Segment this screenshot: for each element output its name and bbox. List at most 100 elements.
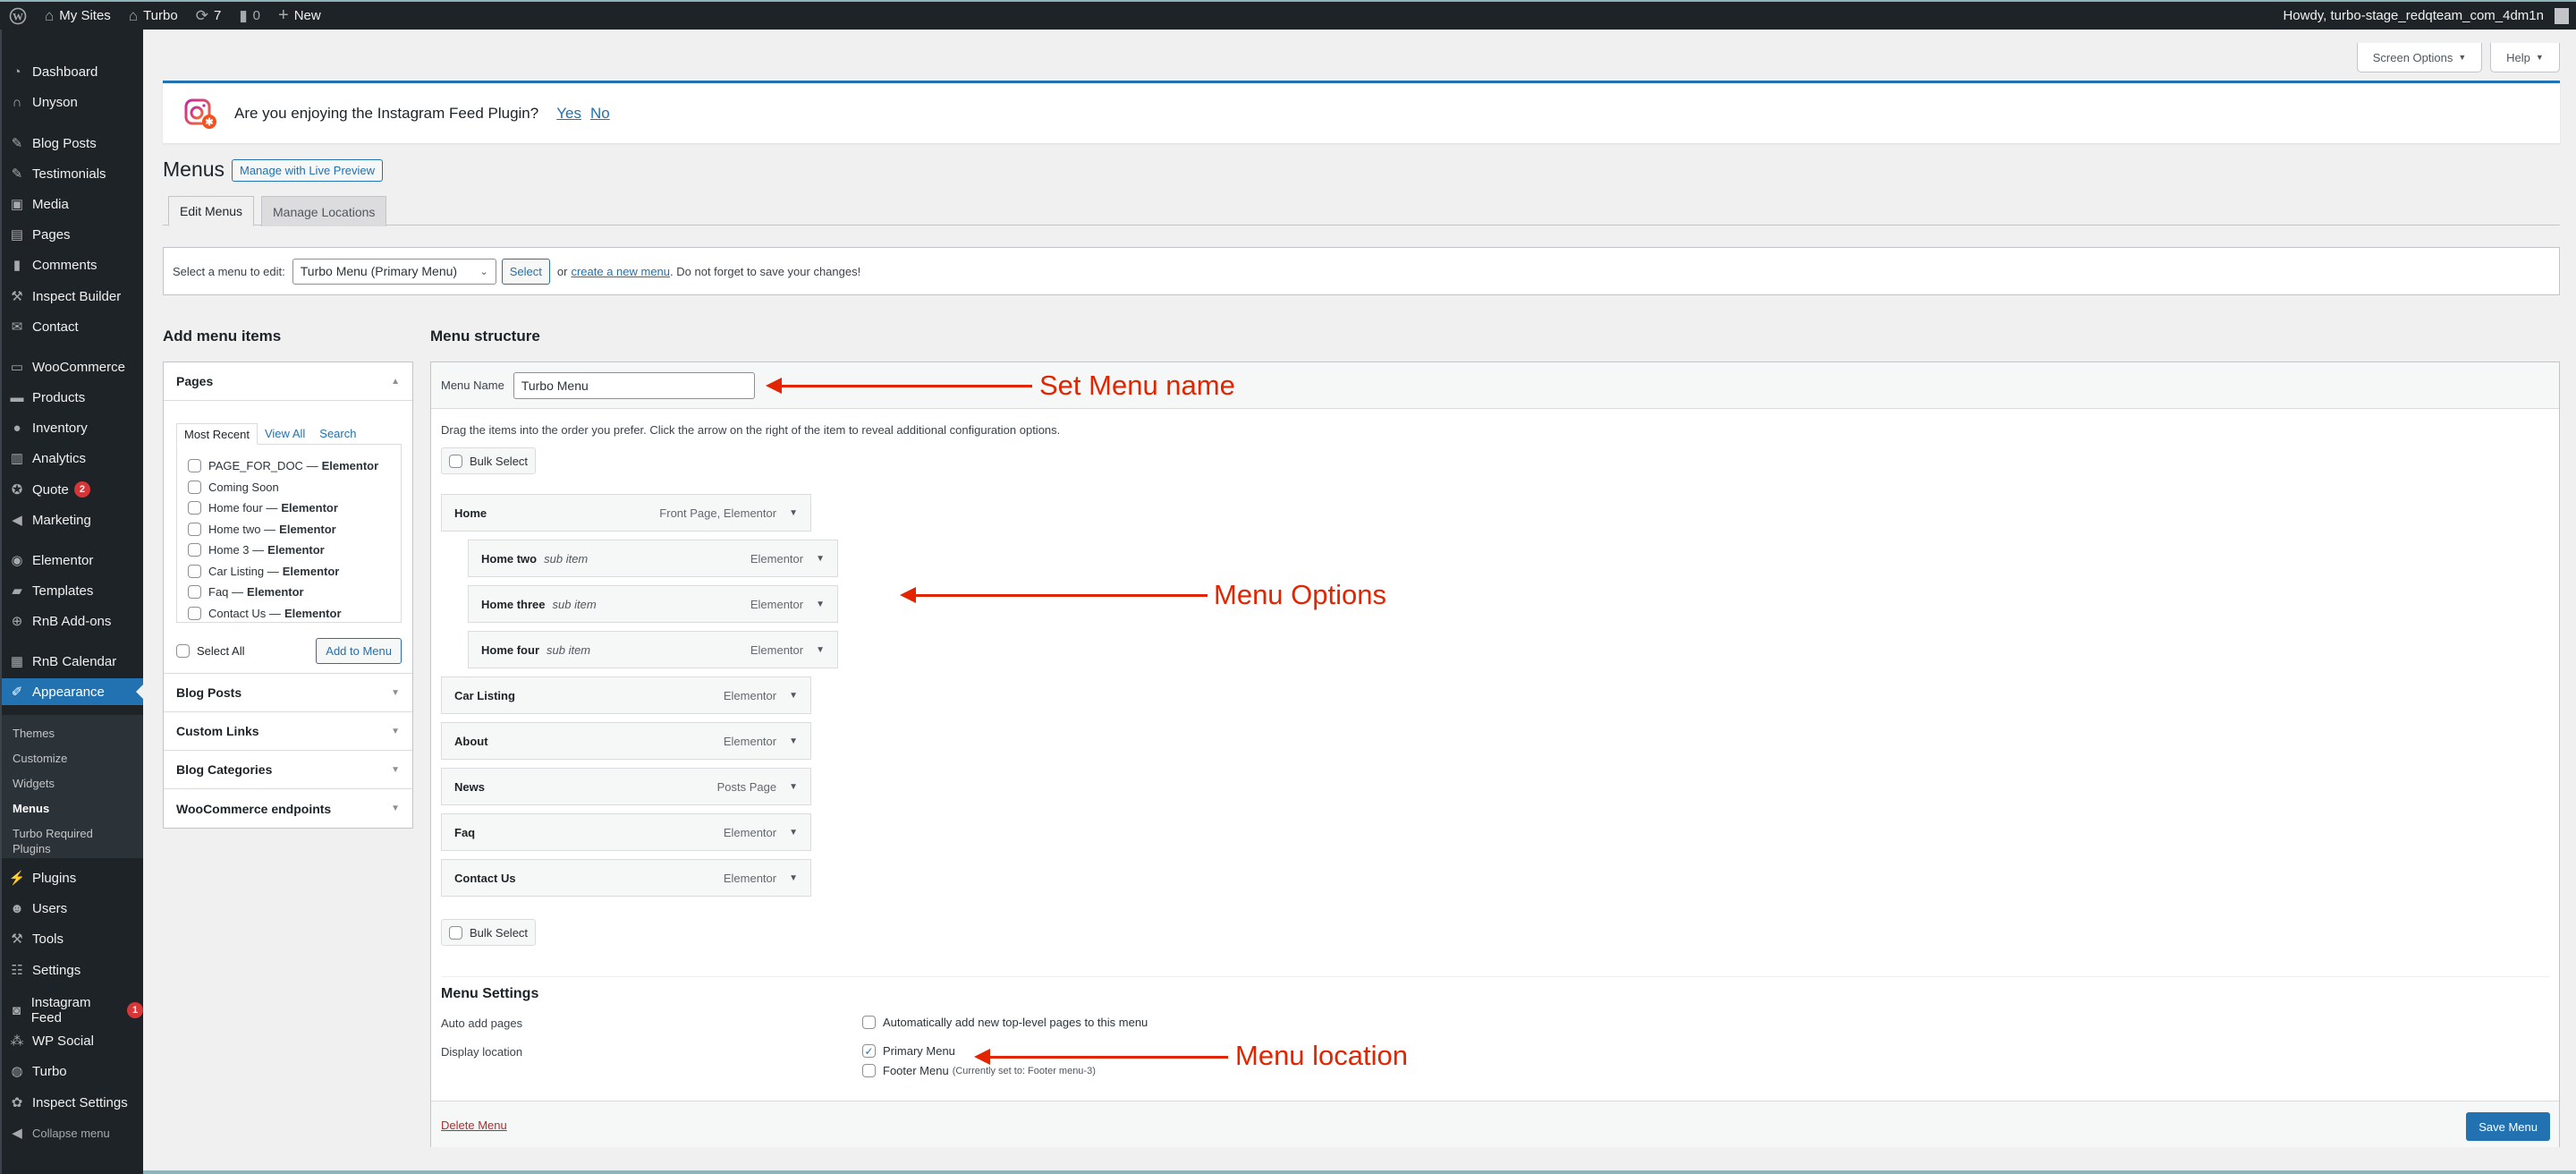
submenu-item-turbo-required-plugins[interactable]: Turbo Required Plugins: [13, 826, 111, 856]
sidebar-item-pages[interactable]: ▤ Pages: [2, 221, 143, 248]
sidebar-item-quote[interactable]: ✪ Quote 2: [2, 476, 143, 503]
sidebar-item-dashboard[interactable]: ◔ Dashboard: [2, 58, 143, 85]
checkbox[interactable]: [188, 564, 201, 578]
account-menu[interactable]: Howdy, turbo-stage_redqteam_com_4dm1n: [2274, 2, 2576, 30]
page-checklist-item[interactable]: Contact Us — Elementor: [177, 603, 401, 623]
submenu-item-menus[interactable]: Menus: [13, 801, 49, 816]
menu-sub-item[interactable]: Home two sub item Elementor ▼: [468, 540, 838, 577]
expand-arrow-icon[interactable]: ▼: [816, 600, 825, 609]
expand-arrow-icon[interactable]: ▼: [816, 554, 825, 564]
notice-no-link[interactable]: No: [590, 105, 610, 123]
sidebar-item-settings[interactable]: ☷ Settings: [2, 957, 143, 983]
checkbox[interactable]: [188, 543, 201, 557]
sidebar-item-inventory[interactable]: ● Inventory: [2, 414, 143, 441]
menu-select-dropdown[interactable]: Turbo Menu (Primary Menu) ⌄: [292, 258, 496, 285]
sidebar-item-media[interactable]: ▣ Media: [2, 191, 143, 217]
sidebar-item-inspect-settings[interactable]: ✿ Inspect Settings: [2, 1089, 143, 1116]
sidebar-item-unyson[interactable]: ∩ Unyson: [2, 89, 143, 115]
location-primary-checkbox[interactable]: ✓ Primary Menu: [862, 1044, 955, 1058]
expand-arrow-icon[interactable]: ▼: [816, 645, 825, 655]
checkbox[interactable]: [188, 585, 201, 600]
page-checklist-item[interactable]: PAGE_FOR_DOC — Elementor: [177, 455, 401, 477]
menu-sub-item[interactable]: Home three sub item Elementor ▼: [468, 585, 838, 623]
pages-section-toggle[interactable]: Pages ▲: [164, 362, 412, 401]
sidebar-item-testimonials[interactable]: ✎ Testimonials: [2, 160, 143, 187]
checkbox[interactable]: [188, 459, 201, 473]
bulk-select-bottom[interactable]: Bulk Select: [441, 919, 537, 946]
location-footer-checkbox[interactable]: Footer Menu (Currently set to: Footer me…: [862, 1064, 1096, 1077]
delete-menu-link[interactable]: Delete Menu: [441, 1119, 507, 1132]
sidebar-item-templates[interactable]: ▰ Templates: [2, 577, 143, 604]
help-button[interactable]: Help ▼: [2490, 43, 2560, 72]
section-toggle-blog-posts[interactable]: Blog Posts ▼: [164, 674, 412, 712]
bulk-select-top[interactable]: Bulk Select: [441, 447, 537, 474]
select-menu-button[interactable]: Select: [501, 258, 550, 285]
checkbox[interactable]: [188, 501, 201, 515]
page-checklist-item[interactable]: Home four — Elementor: [177, 498, 401, 519]
sidebar-item-marketing[interactable]: ◀ Marketing: [2, 506, 143, 533]
sidebar-item-tools[interactable]: ⚒ Tools: [2, 925, 143, 952]
section-toggle-woocommerce-endpoints[interactable]: WooCommerce endpoints ▼: [164, 789, 412, 828]
checkbox[interactable]: [862, 1016, 876, 1029]
updates-button[interactable]: ⟳ 7: [187, 2, 231, 30]
menu-item[interactable]: Faq Elementor ▼: [441, 813, 811, 851]
sidebar-item-instagram-feed[interactable]: ◙ Instagram Feed 1: [2, 995, 143, 1025]
add-to-menu-button[interactable]: Add to Menu: [316, 638, 402, 664]
checkbox[interactable]: [188, 480, 201, 494]
screen-options-button[interactable]: Screen Options ▼: [2357, 43, 2482, 72]
tab-search[interactable]: Search: [312, 423, 363, 445]
checkbox-checked[interactable]: ✓: [862, 1044, 876, 1058]
expand-arrow-icon[interactable]: ▼: [789, 691, 798, 701]
checkbox[interactable]: [188, 522, 201, 536]
checkbox[interactable]: [449, 925, 462, 940]
checkbox[interactable]: [176, 644, 190, 658]
sidebar-item-users[interactable]: ☻ Users: [2, 895, 143, 922]
sidebar-item-products[interactable]: ▬ Products: [2, 384, 143, 411]
submenu-item-themes[interactable]: Themes: [13, 726, 55, 741]
comments-button[interactable]: ▮ 0: [230, 2, 269, 30]
sidebar-item-woocommerce[interactable]: ▭ WooCommerce: [2, 353, 143, 380]
expand-arrow-icon[interactable]: ▼: [789, 828, 798, 838]
notice-yes-link[interactable]: Yes: [556, 105, 581, 123]
menu-item[interactable]: Contact Us Elementor ▼: [441, 859, 811, 897]
menu-sub-item[interactable]: Home four sub item Elementor ▼: [468, 631, 838, 668]
menu-name-input[interactable]: Turbo Menu: [513, 371, 755, 399]
checkbox[interactable]: [188, 606, 201, 620]
save-menu-button[interactable]: Save Menu: [2466, 1112, 2550, 1141]
checkbox[interactable]: [862, 1064, 876, 1077]
sidebar-item-inspect-builder[interactable]: ⚒ Inspect Builder: [2, 283, 143, 310]
sidebar-item-appearance[interactable]: ✐ Appearance: [2, 678, 143, 705]
sidebar-item-rnb-add-ons[interactable]: ⊕ RnB Add-ons: [2, 608, 143, 634]
tab-view-all[interactable]: View All: [258, 423, 312, 445]
auto-add-pages-checkbox[interactable]: Automatically add new top-level pages to…: [862, 1016, 1148, 1029]
sidebar-item-wp-social[interactable]: ⁂ WP Social: [2, 1027, 143, 1054]
expand-arrow-icon[interactable]: ▼: [789, 508, 798, 518]
manage-live-preview-button[interactable]: Manage with Live Preview: [232, 159, 384, 182]
expand-arrow-icon[interactable]: ▼: [789, 782, 798, 792]
menu-item[interactable]: About Elementor ▼: [441, 722, 811, 760]
page-checklist[interactable]: PAGE_FOR_DOC — Elementor Coming Soon Home f…: [176, 444, 402, 623]
submenu-item-widgets[interactable]: Widgets: [13, 776, 55, 791]
site-name-menu[interactable]: ⌂ Turbo: [120, 2, 187, 30]
tab-manage-locations[interactable]: Manage Locations: [261, 196, 387, 226]
sidebar-item-plugins[interactable]: ⚡ Plugins: [2, 864, 143, 891]
menu-item[interactable]: News Posts Page ▼: [441, 768, 811, 805]
checkbox[interactable]: [449, 454, 462, 468]
wordpress-logo-button[interactable]: W: [0, 2, 36, 30]
menu-item[interactable]: Home Front Page, Elementor ▼: [441, 494, 811, 532]
section-toggle-custom-links[interactable]: Custom Links ▼: [164, 712, 412, 751]
page-checklist-item[interactable]: Car Listing — Elementor: [177, 561, 401, 583]
submenu-item-customize[interactable]: Customize: [13, 751, 67, 766]
sidebar-item-rnb-calendar[interactable]: ▦ RnB Calendar: [2, 648, 143, 675]
section-toggle-blog-categories[interactable]: Blog Categories ▼: [164, 751, 412, 789]
my-sites-menu[interactable]: ⌂ My Sites: [36, 2, 120, 30]
sidebar-item-comments[interactable]: ▮ Comments: [2, 251, 143, 278]
tab-most-recent[interactable]: Most Recent: [176, 423, 258, 445]
select-all-checkbox[interactable]: Select All: [176, 644, 244, 658]
sidebar-item-collapse-menu[interactable]: ◀ Collapse menu: [2, 1119, 143, 1146]
sidebar-item-analytics[interactable]: ▥ Analytics: [2, 445, 143, 472]
tab-edit-menus[interactable]: Edit Menus: [168, 196, 255, 226]
page-checklist-item[interactable]: Home two — Elementor: [177, 519, 401, 540]
new-content-button[interactable]: + New: [269, 2, 330, 30]
menu-item[interactable]: Car Listing Elementor ▼: [441, 676, 811, 714]
